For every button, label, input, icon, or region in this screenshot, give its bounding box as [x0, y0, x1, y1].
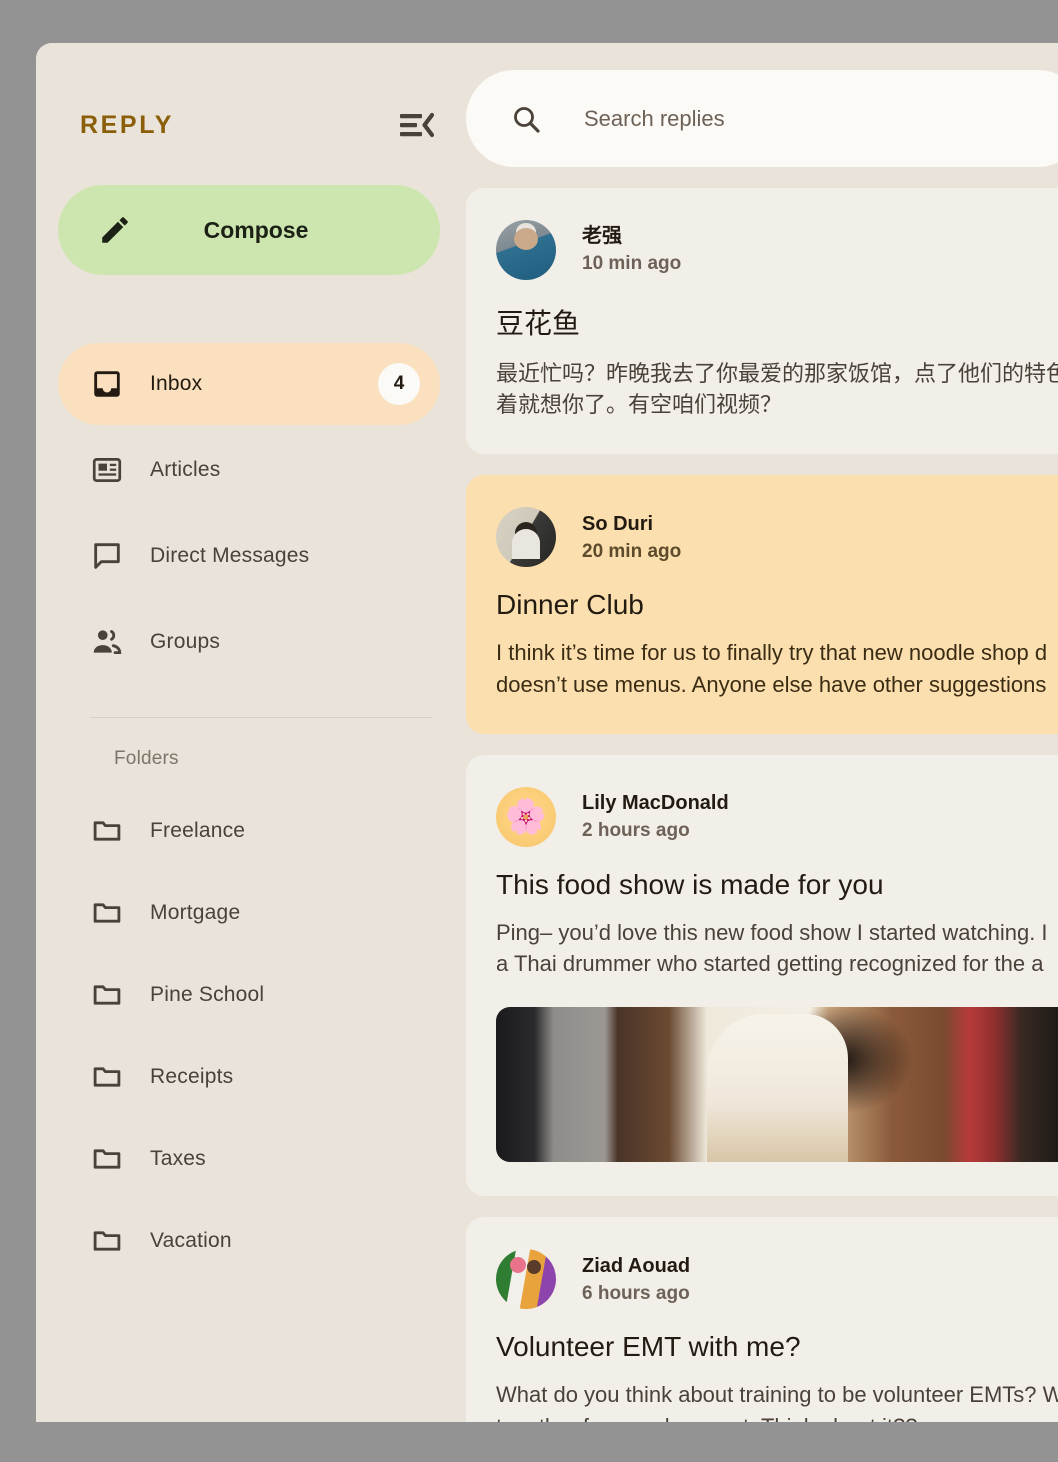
email-list-pane: Search replies 老强 10 min ago 豆花鱼 最近忙吗？昨晚…: [466, 43, 1058, 1422]
folder-icon: [90, 1060, 124, 1094]
email-header: So Duri 20 min ago: [496, 507, 1052, 568]
email-attachment-image[interactable]: [496, 1007, 1058, 1163]
email-subject: Volunteer EMT with me?: [496, 1331, 801, 1363]
sidebar-folder-taxes[interactable]: Taxes: [58, 1118, 440, 1200]
folder-icon: [90, 896, 124, 930]
email-sender: Ziad Aouad: [582, 1254, 691, 1277]
email-header: 老强 10 min ago: [496, 220, 1052, 280]
email-snippet: What do you think about training to be v…: [496, 1382, 1058, 1422]
avatar: [496, 220, 556, 280]
menu-collapse-icon[interactable]: [400, 112, 435, 138]
article-icon: [90, 453, 124, 487]
search-input[interactable]: Search replies: [466, 70, 1058, 167]
sidebar-item-direct-messages[interactable]: Direct Messages: [58, 515, 440, 597]
email-snippet: I think it’s time for us to finally try …: [496, 640, 1048, 697]
flower-icon: 🌸: [504, 797, 548, 836]
email-list-item[interactable]: 🌸 Lily MacDonald 2 hours ago This food s…: [466, 754, 1058, 1197]
email-header: 🌸 Lily MacDonald 2 hours ago: [496, 786, 1052, 847]
sidebar-folder-pine-school[interactable]: Pine School: [58, 954, 440, 1036]
email-sender: So Duri: [582, 512, 654, 535]
compose-button-label: Compose: [203, 216, 309, 243]
email-sender: 老强: [582, 225, 622, 248]
primary-nav-list: Inbox 4 Articles Direct Messages Groups: [36, 343, 466, 683]
sidebar-folder-receipts[interactable]: Receipts: [58, 1036, 440, 1118]
sidebar-item-label: Inbox: [150, 372, 203, 395]
search-icon: [510, 103, 542, 135]
email-subject: This food show is made for you: [496, 868, 884, 900]
sidebar-item-label: Groups: [150, 630, 221, 653]
folder-icon: [90, 814, 124, 848]
email-list-item[interactable]: Ziad Aouad 6 hours ago Volunteer EMT wit…: [466, 1217, 1058, 1422]
folder-icon: [90, 978, 124, 1012]
email-list-item[interactable]: 老强 10 min ago 豆花鱼 最近忙吗？昨晚我去了你最爱的那家饭馆，点了他…: [466, 188, 1058, 455]
sidebar-folder-label: Pine School: [150, 983, 265, 1006]
chat-bubble-icon: [90, 539, 124, 573]
email-snippet: Ping– you’d love this new food show I st…: [496, 919, 1048, 977]
folder-icon: [90, 1142, 124, 1176]
email-timestamp: 6 hours ago: [582, 1282, 690, 1304]
sidebar-item-groups[interactable]: Groups: [58, 601, 440, 683]
inbox-icon: [90, 367, 124, 401]
sidebar-folder-label: Freelance: [150, 819, 246, 842]
inbox-unread-badge: 4: [378, 363, 420, 405]
email-subject: 豆花鱼: [496, 308, 581, 339]
folder-list: Freelance Mortgage Pine School Receipts: [36, 790, 466, 1282]
email-timestamp: 10 min ago: [582, 253, 682, 275]
sidebar-item-label: Articles: [150, 458, 221, 481]
avatar: [496, 1249, 556, 1310]
sidebar-header: REPLY: [36, 103, 466, 147]
compose-button[interactable]: Compose: [58, 185, 440, 275]
folders-section-label: Folders: [114, 748, 179, 769]
sidebar-folder-mortgage[interactable]: Mortgage: [58, 872, 440, 954]
avatar: 🌸: [496, 786, 556, 847]
email-timestamp: 20 min ago: [582, 540, 682, 562]
email-subject: Dinner Club: [496, 589, 644, 621]
sidebar-folder-vacation[interactable]: Vacation: [58, 1200, 440, 1282]
folder-icon: [90, 1224, 124, 1258]
sidebar-folder-label: Receipts: [150, 1065, 234, 1088]
search-placeholder: Search replies: [584, 105, 725, 131]
email-snippet: 最近忙吗？昨晚我去了你最爱的那家饭馆，点了他们的特色 着就想你了。有空咱们视频？: [496, 361, 1058, 418]
email-sender: Lily MacDonald: [582, 792, 729, 815]
navigation-sidebar: REPLY Compose Inbox 4 Articles Direct Me…: [36, 43, 466, 1422]
sidebar-item-label: Direct Messages: [150, 544, 310, 567]
sidebar-item-inbox[interactable]: Inbox 4: [58, 343, 440, 425]
sidebar-item-articles[interactable]: Articles: [58, 429, 440, 511]
sidebar-folder-label: Taxes: [150, 1147, 206, 1170]
email-timestamp: 2 hours ago: [582, 820, 690, 842]
reply-app-window: REPLY Compose Inbox 4 Articles Direct Me…: [36, 43, 1058, 1422]
pencil-icon: [98, 213, 132, 247]
sidebar-folder-label: Mortgage: [150, 901, 241, 924]
email-header: Ziad Aouad 6 hours ago: [496, 1249, 1052, 1310]
sidebar-folder-label: Vacation: [150, 1229, 232, 1252]
people-icon: [90, 625, 124, 659]
email-list-item[interactable]: So Duri 20 min ago Dinner Club I think i…: [466, 475, 1058, 734]
avatar: [496, 507, 556, 568]
sidebar-folder-freelance[interactable]: Freelance: [58, 790, 440, 872]
app-brand-logo: REPLY: [80, 110, 175, 139]
